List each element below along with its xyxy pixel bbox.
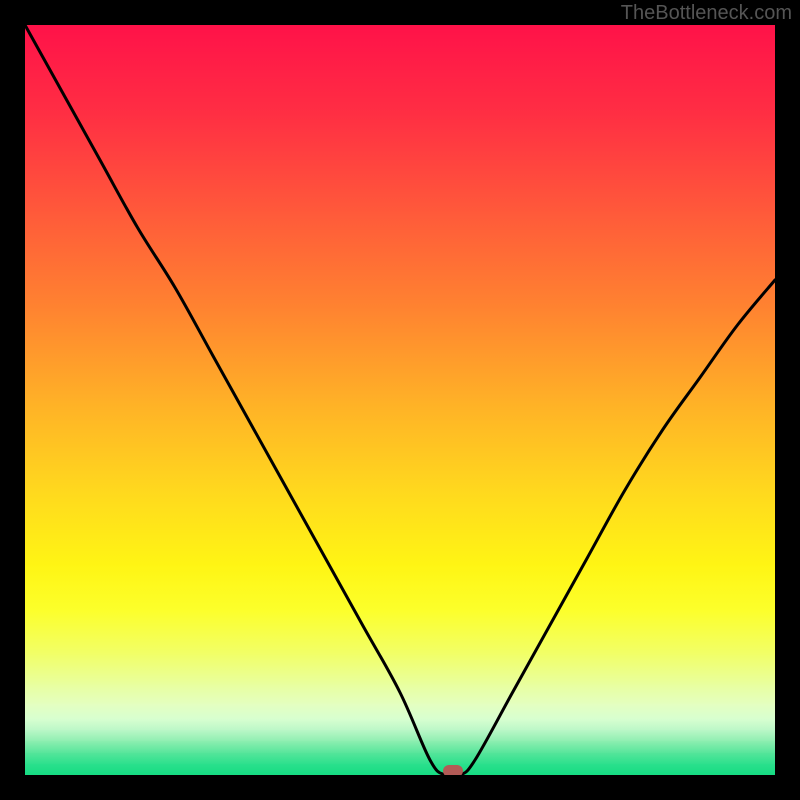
optimal-point-marker bbox=[443, 765, 463, 775]
watermark-text: TheBottleneck.com bbox=[621, 2, 792, 25]
bottleneck-curve bbox=[25, 25, 775, 775]
chart-area bbox=[25, 25, 775, 775]
